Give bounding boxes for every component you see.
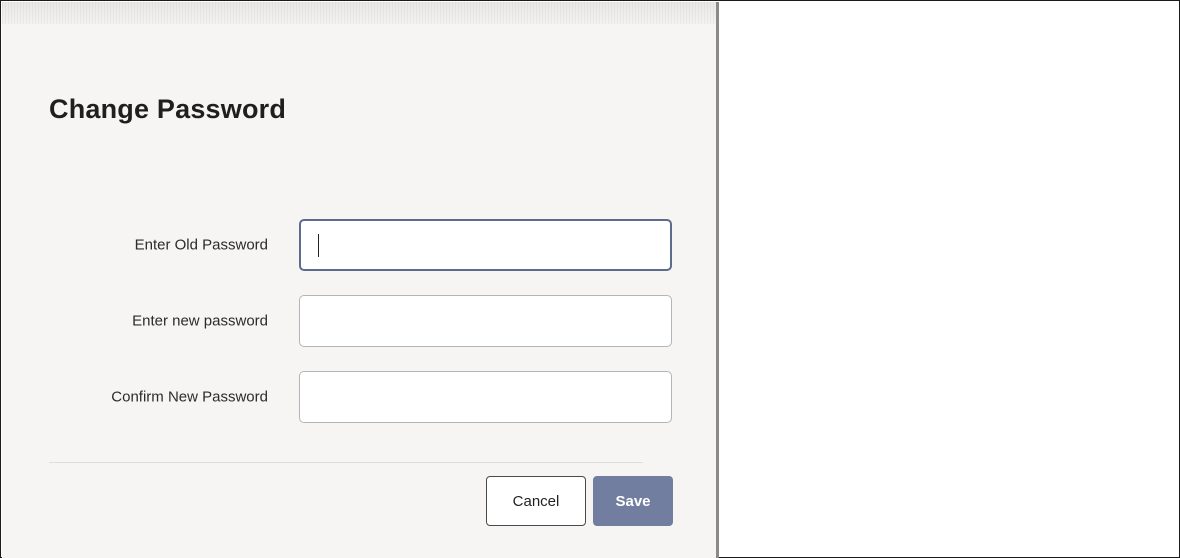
- old-password-input[interactable]: [299, 219, 672, 271]
- change-password-dialog: Change Password Enter Old Password Enter…: [2, 2, 719, 558]
- confirm-password-label: Confirm New Password: [111, 388, 268, 406]
- old-password-label: Enter Old Password: [134, 236, 268, 254]
- confirm-password-row: Confirm New Password: [2, 371, 682, 423]
- old-password-row: Enter Old Password: [2, 219, 682, 271]
- confirm-password-input[interactable]: [299, 371, 672, 423]
- new-password-input[interactable]: [299, 295, 672, 347]
- new-password-label: Enter new password: [132, 312, 268, 330]
- cancel-button[interactable]: Cancel: [486, 476, 586, 526]
- save-button[interactable]: Save: [593, 476, 673, 526]
- new-password-row: Enter new password: [2, 295, 682, 347]
- dialog-title: Change Password: [49, 94, 287, 124]
- footer-divider: [49, 462, 643, 463]
- dialog-top-strip: [2, 2, 716, 24]
- screenshot-frame: Change Password Enter Old Password Enter…: [0, 0, 1180, 558]
